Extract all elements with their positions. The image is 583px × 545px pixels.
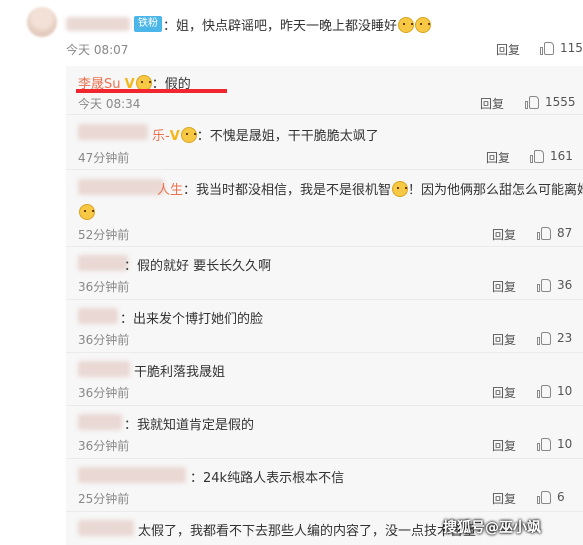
reply-content: ：假的就好 要长长久久啊 [124,259,272,274]
like-count: 10 [557,437,573,451]
replies-panel: 李晟Su V ：假的 今天 08:34 回复 1555 乐-V ：不愧是晟姐，干干脆… [66,66,583,545]
reply-content: 太假了，我都看不下去那些人编的内容了，没一点技术含量 [138,524,477,539]
comment-text: ：姐，快点辟谣吧，昨天一晚上都没睡好 [163,15,432,34]
reply-time: 36分钟前 [78,333,130,347]
divider [66,352,583,353]
reply-content: ：我当时都没相信，我是不是很机智 [183,183,392,198]
fan-badge: 铁粉 [134,16,162,32]
reply-time: 47分钟前 [78,151,130,165]
like-count: 87 [557,226,573,240]
blurred-username[interactable] [78,179,164,195]
reply-time: 36分钟前 [78,386,130,400]
divider [66,169,583,170]
blurred-username[interactable] [78,308,118,324]
reply-username[interactable]: 人生 [157,183,183,198]
divider [66,511,583,512]
reply-button[interactable]: 回复 [492,490,516,507]
like-count: 161 [550,149,573,163]
reply-button[interactable]: 回复 [496,41,520,58]
watermark: 搜狐号@巫小飒 [443,520,541,536]
reply-button[interactable]: 回复 [492,384,516,401]
blurred-username[interactable] [78,414,122,430]
blurred-username[interactable] [78,255,128,271]
reply-text: ：24k纯路人表示根本不信 [190,467,344,486]
reply-button[interactable]: 回复 [480,95,504,112]
verified-v-icon: V [169,129,180,144]
reply-text: 人生：我当时都没相信，我是不是很机智 ！因为他俩那么甜怎么可能离婚呢 [157,179,583,198]
thumbs-up-icon [540,41,554,55]
like-count: 23 [557,331,573,345]
reply-time: 52分钟前 [78,228,130,242]
like-button[interactable]: 23 [537,331,572,345]
thumbs-up-icon [525,95,539,109]
divider [66,299,583,300]
thumbs-up-icon [537,226,551,240]
reply-content: ：出来发个博打她们的脸 [120,312,264,327]
reply-text: ：假的就好 要长长久久啊 [124,255,271,274]
reply-content: ：我就知道肯定是假的 [124,418,255,433]
like-button[interactable]: 1157 [540,41,583,55]
blurred-username[interactable] [66,17,130,31]
like-button[interactable]: 10 [537,384,572,398]
blurred-username[interactable] [78,520,134,536]
like-count: 1555 [545,95,576,109]
like-button[interactable]: 6 [537,490,565,504]
divider [66,246,583,247]
like-count: 36 [557,278,573,292]
comment-time: 今天 08:07 [66,43,129,57]
reply-time: 今天 08:34 [78,97,141,111]
thumbs-up-icon [537,490,551,504]
divider [66,114,583,115]
thumbs-up-icon [537,278,551,292]
thinking-face-icon [392,181,409,197]
like-count: 1157 [560,41,583,55]
like-button[interactable]: 161 [530,149,573,163]
sad-face-icon [398,17,415,33]
reply-text: ：出来发个博打她们的脸 [120,308,263,327]
reply-text: 乐-V ：不愧是晟姐，干干脆脆太飒了 [152,125,379,144]
emoji-icon [79,204,95,220]
sad-face-icon [415,17,432,33]
reply-content-continued: ！因为他俩那么甜怎么可能离婚呢 [408,183,583,198]
reply-text: 太假了，我都看不下去那些人编的内容了，没一点技术含量 [138,520,476,539]
like-button[interactable]: 36 [537,278,572,292]
comment-text-content: ：姐，快点辟谣吧，昨天一晚上都没睡好 [163,19,398,34]
like-count: 6 [557,490,565,504]
reply-button[interactable]: 回复 [492,226,516,243]
divider [66,458,583,459]
blurred-username[interactable] [78,467,186,483]
thumbs-up-icon [537,437,551,451]
reply-content: ：24k纯路人表示根本不信 [190,471,345,486]
thumbs-up-icon [537,331,551,345]
blurred-username[interactable] [78,361,130,377]
reply-button[interactable]: 回复 [492,278,516,295]
reply-button[interactable]: 回复 [486,149,510,166]
reply-text: 干脆利落我晟姐 [134,361,225,380]
like-button[interactable]: 87 [537,226,572,240]
reply-username[interactable]: 乐- [152,129,170,144]
reply-time: 36分钟前 [78,439,130,453]
emoji-icon [180,127,197,143]
reply-content: 干脆利落我晟姐 [134,365,226,380]
divider [66,405,583,406]
avatar[interactable] [27,7,57,37]
thumbs-up-icon [537,384,551,398]
blurred-username[interactable] [78,124,148,140]
like-count: 10 [557,384,573,398]
reply-button[interactable]: 回复 [492,331,516,348]
thumbs-up-icon [530,149,544,163]
like-button[interactable]: 10 [537,437,572,451]
reply-time: 36分钟前 [78,280,130,294]
reply-text: ：我就知道肯定是假的 [124,414,254,433]
reply-button[interactable]: 回复 [492,437,516,454]
red-underline-annotation [76,89,227,93]
reply-content: ：不愧是晟姐，干干脆脆太飒了 [196,129,379,144]
like-button[interactable]: 1555 [525,95,576,109]
reply-time: 25分钟前 [78,492,130,506]
